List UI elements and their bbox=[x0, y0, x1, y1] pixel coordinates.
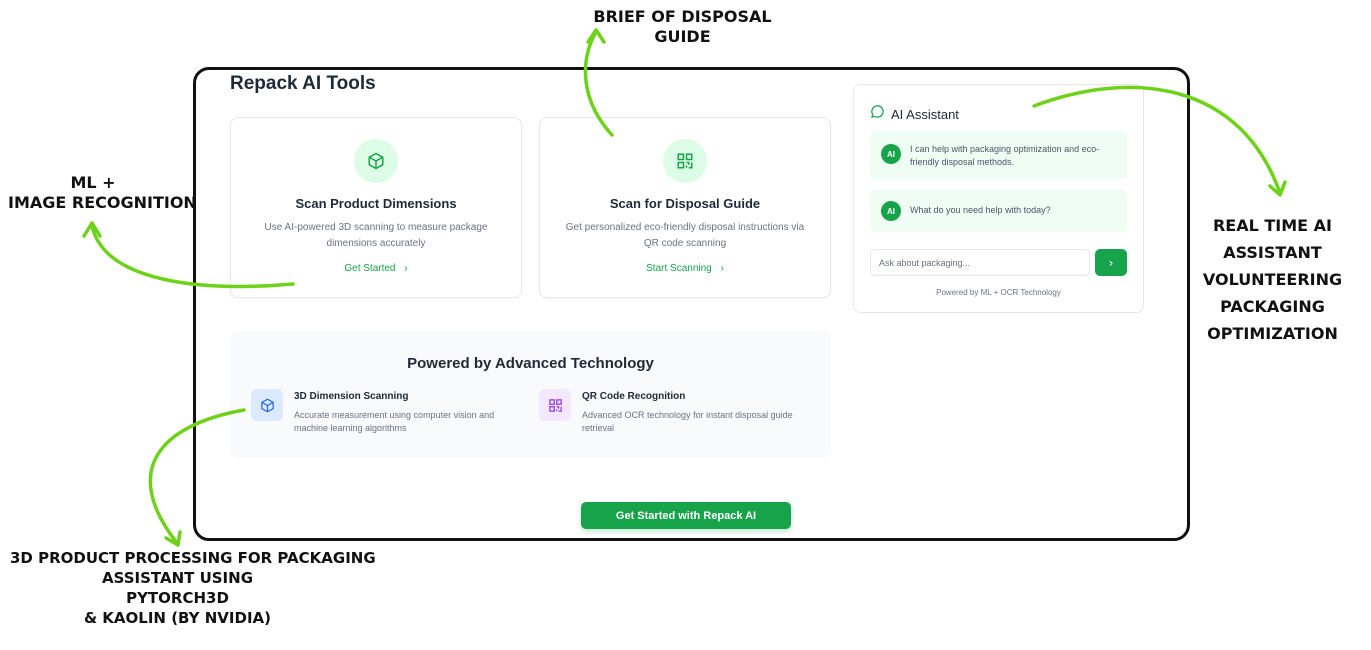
annotation-line: ML + bbox=[70, 173, 116, 192]
ai-assistant-panel: AI Assistant AI I can help with packagin… bbox=[853, 84, 1144, 313]
message-text: I can help with packaging optimization a… bbox=[910, 144, 1100, 167]
annotation-line: VOLUNTEERING bbox=[1202, 270, 1343, 289]
assistant-title: AI Assistant bbox=[891, 106, 959, 122]
annotation-line: PYTORCH3D bbox=[126, 589, 229, 607]
technology-section: Powered by Advanced Technology 3D Dimens… bbox=[230, 331, 831, 458]
annotation-line: PACKAGING bbox=[1220, 297, 1325, 316]
annotation-ml: ML + IMAGE RECOGNITION bbox=[8, 173, 197, 213]
chevron-right-icon: › bbox=[720, 263, 724, 274]
tech-name: QR Code Recognition bbox=[582, 391, 686, 402]
qr-code-icon bbox=[663, 139, 707, 183]
chevron-right-icon: › bbox=[1108, 255, 1114, 270]
tech-description: Advanced OCR technology for instant disp… bbox=[582, 410, 793, 433]
cube-icon bbox=[354, 139, 398, 183]
card-description: Get personalized eco-friendly disposal i… bbox=[565, 222, 805, 249]
card-description: Use AI-powered 3D scanning to measure pa… bbox=[264, 222, 488, 249]
message-text: What do you need help with today? bbox=[910, 205, 1051, 215]
annotation-disposal-guide: BRIEF OF DISPOSAL GUIDE bbox=[593, 7, 772, 46]
annotation-3d-processing: 3D PRODUCT PROCESSING FOR PACKAGING ASSI… bbox=[10, 548, 376, 628]
annotation-line: REAL TIME AI bbox=[1212, 216, 1333, 235]
arrowhead bbox=[1268, 180, 1287, 197]
technology-title: Powered by Advanced Technology bbox=[407, 355, 654, 372]
chat-bubble-icon bbox=[870, 104, 885, 124]
cube-icon bbox=[251, 389, 283, 421]
chat-message: AI What do you need help with today? bbox=[870, 190, 1127, 232]
annotation-line: IMAGE RECOGNITION bbox=[8, 193, 197, 212]
annotation-line: & KAOLIN (BY NVIDIA) bbox=[84, 609, 271, 627]
ai-avatar: AI bbox=[881, 144, 901, 164]
annotation-line: 3D PRODUCT PROCESSING FOR PACKAGING bbox=[10, 549, 376, 567]
scan-dimensions-card[interactable]: Scan Product Dimensions Use AI-powered 3… bbox=[230, 117, 522, 298]
ai-avatar: AI bbox=[881, 201, 901, 221]
annotation-assistant: REAL TIME AI ASSISTANT VOLUNTEERING PACK… bbox=[1200, 212, 1345, 347]
start-scanning-link[interactable]: Start Scanning › bbox=[646, 263, 724, 274]
qr-code-icon bbox=[539, 389, 571, 421]
card-title: Scan for Disposal Guide bbox=[609, 196, 761, 211]
arrowhead bbox=[164, 530, 182, 547]
get-started-button[interactable]: Get Started with Repack AI bbox=[581, 502, 791, 529]
powered-by-footer: Powered by ML + OCR Technology bbox=[936, 288, 1061, 297]
annotation-line: ASSISTANT USING bbox=[101, 569, 254, 587]
chevron-right-icon: › bbox=[404, 263, 408, 274]
tech-name: 3D Dimension Scanning bbox=[294, 391, 409, 402]
tech-description: Accurate measurement using computer visi… bbox=[294, 410, 495, 433]
page-title: Repack AI Tools bbox=[230, 73, 376, 94]
annotation-line: OPTIMIZATION bbox=[1207, 324, 1338, 343]
chat-input[interactable] bbox=[870, 249, 1090, 276]
get-started-link[interactable]: Get Started › bbox=[344, 263, 407, 274]
arrowhead bbox=[82, 221, 102, 238]
send-button[interactable]: › bbox=[1095, 249, 1127, 276]
card-title: Scan Product Dimensions bbox=[295, 196, 457, 211]
scan-disposal-card[interactable]: Scan for Disposal Guide Get personalized… bbox=[539, 117, 831, 298]
chat-message: AI I can help with packaging optimizatio… bbox=[870, 131, 1127, 180]
link-label: Get Started bbox=[344, 263, 396, 274]
annotation-line: ASSISTANT bbox=[1223, 243, 1322, 262]
link-label: Start Scanning bbox=[646, 263, 712, 274]
